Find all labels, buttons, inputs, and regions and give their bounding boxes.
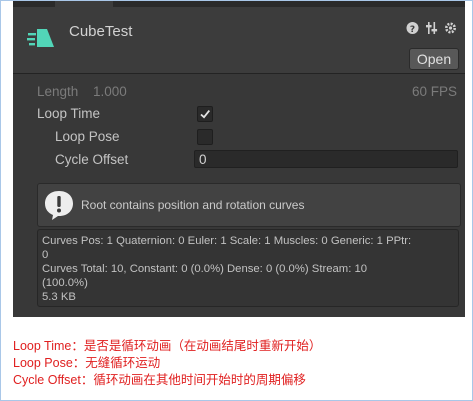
loop-pose-label: Loop Pose [55, 129, 120, 144]
header-icon-group: ? [406, 21, 457, 35]
loop-time-label: Loop Time [37, 106, 101, 121]
svg-text:?: ? [410, 25, 415, 35]
clip-name: CubeTest [69, 23, 133, 40]
cycle-offset-label: Cycle Offset [55, 152, 129, 167]
curves-info-line: Curves Pos: 1 Quaternion: 0 Euler: 1 Sca… [42, 235, 412, 261]
help-icon[interactable]: ? [406, 21, 419, 35]
screenshot-frame: CubeTest ? Open Length 1.000 60 FPS Loop… [0, 0, 473, 401]
length-value: 1.000 [93, 84, 127, 99]
note-loop-time: Loop Time：是否是循环动画（在动画结尾时重新开始） [13, 339, 322, 353]
gear-icon[interactable] [444, 21, 457, 35]
cycle-offset-field[interactable]: 0 [194, 150, 458, 168]
length-row: Length 1.000 60 FPS [13, 81, 465, 103]
preset-icon[interactable] [425, 21, 438, 35]
curves-info-box: Curves Pos: 1 Quaternion: 0 Euler: 1 Sca… [37, 229, 459, 307]
cycle-offset-row: Cycle Offset 0 [13, 149, 465, 171]
note-loop-pose: Loop Pose：无缝循环运动 [13, 356, 161, 370]
loop-pose-row: Loop Pose [13, 126, 465, 148]
animation-clip-icon [27, 29, 54, 47]
annotation-notes: Loop Time：是否是循环动画（在动画结尾时重新开始） Loop Pose：… [13, 338, 321, 389]
open-button[interactable]: Open [409, 48, 459, 70]
fps-value: 60 FPS [411, 84, 457, 99]
curves-total-line: Curves Total: 10, Constant: 0 (0.0%) Den… [42, 263, 368, 289]
clip-header: CubeTest ? Open [13, 7, 465, 74]
loop-time-row: Loop Time [13, 103, 465, 125]
help-text: Root contains position and rotation curv… [81, 198, 305, 212]
help-box: Root contains position and rotation curv… [37, 183, 461, 227]
info-bubble-icon [45, 191, 73, 220]
loop-pose-checkbox[interactable] [197, 129, 213, 145]
clip-size-line: 5.3 KB [42, 291, 76, 303]
length-label: Length [37, 84, 79, 99]
note-cycle-offset: Cycle Offset：循环动画在其他时间开始时的周期偏移 [13, 373, 306, 387]
loop-time-checkbox[interactable] [197, 106, 213, 122]
checkmark-icon [200, 110, 211, 119]
inspector-panel: CubeTest ? Open Length 1.000 60 FPS Loop… [13, 1, 465, 317]
